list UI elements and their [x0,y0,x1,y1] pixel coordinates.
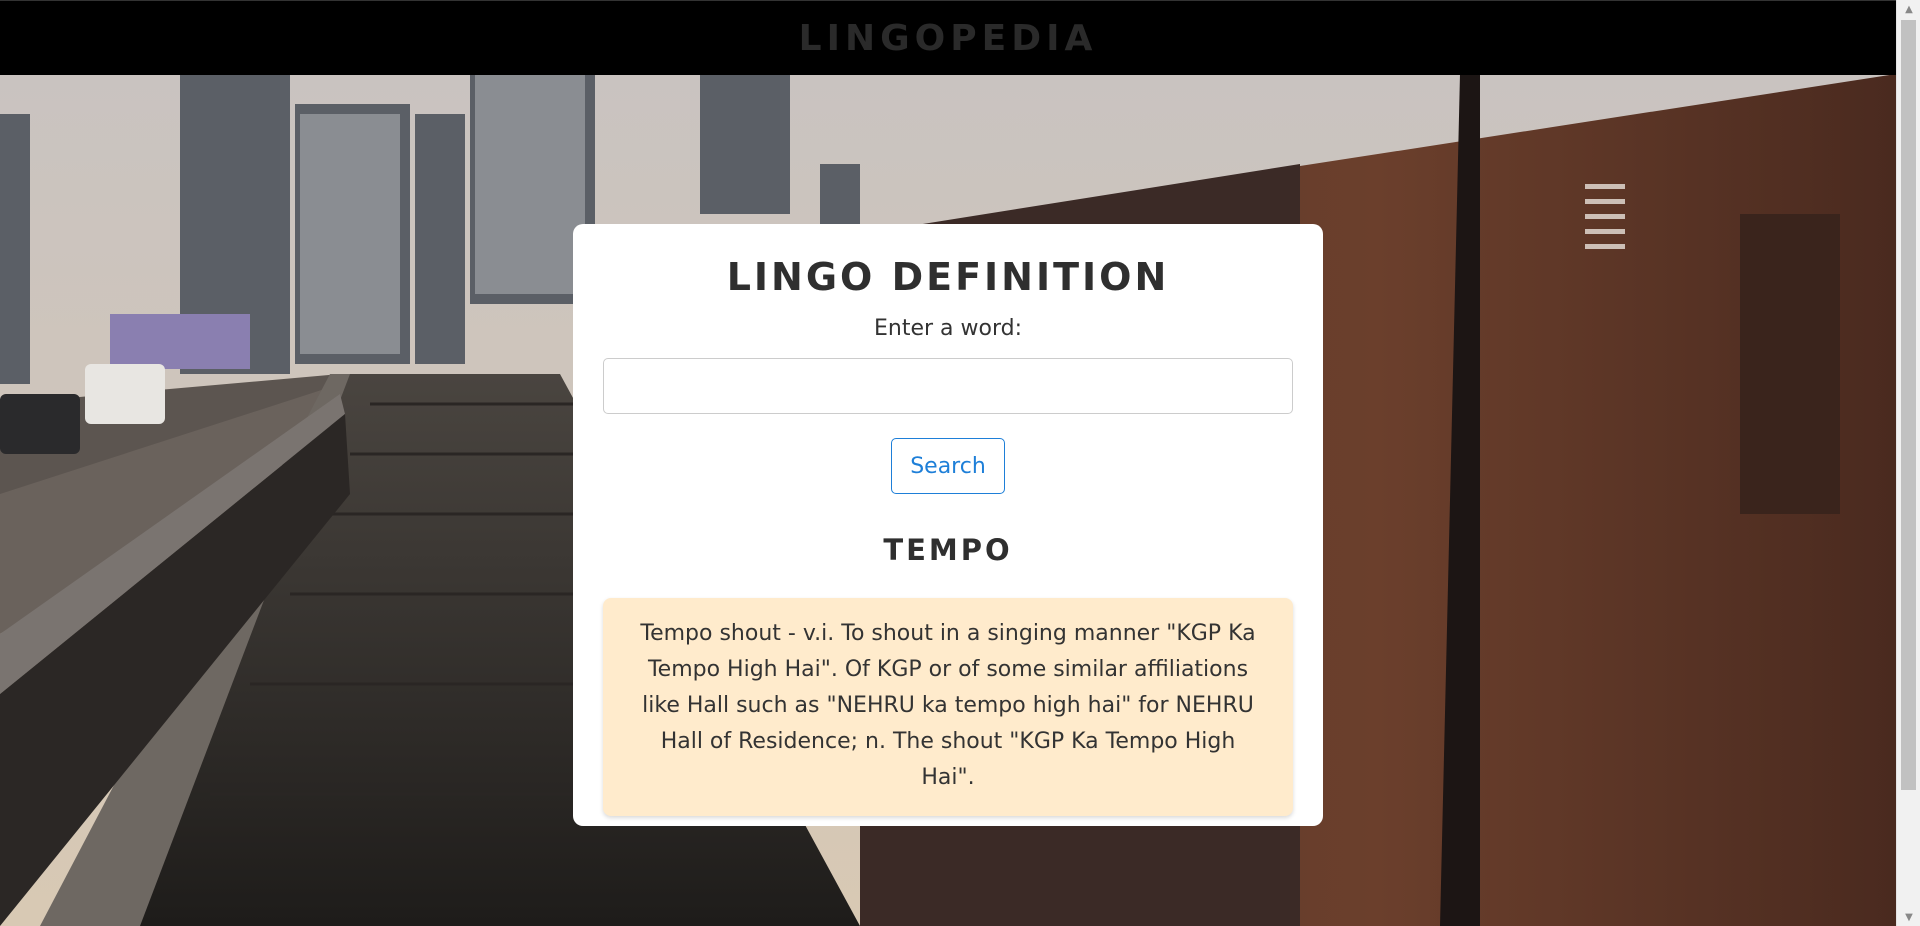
scroll-down-arrow-icon[interactable]: ▼ [1897,908,1920,926]
word-input[interactable] [603,358,1293,414]
definition-text: Tempo shout - v.i. To shout in a singing… [603,598,1293,816]
page-title: LINGO DEFINITION [726,255,1170,299]
top-navbar: LINGOPEDIA [0,0,1896,75]
page: LINGOPEDIA LINGO DEFINITION Enter a word… [0,0,1920,926]
definition-card: LINGO DEFINITION Enter a word: Search TE… [573,224,1323,826]
scroll-up-arrow-icon[interactable]: ▲ [1897,0,1920,18]
brand-logo-text[interactable]: LINGOPEDIA [799,18,1098,59]
scrollbar-thumb[interactable] [1901,20,1916,790]
result-word-heading: TEMPO [883,533,1013,567]
word-input-label: Enter a word: [873,316,1022,341]
search-button[interactable]: Search [891,438,1005,494]
vertical-scrollbar[interactable]: ▲ ▼ [1896,0,1920,926]
